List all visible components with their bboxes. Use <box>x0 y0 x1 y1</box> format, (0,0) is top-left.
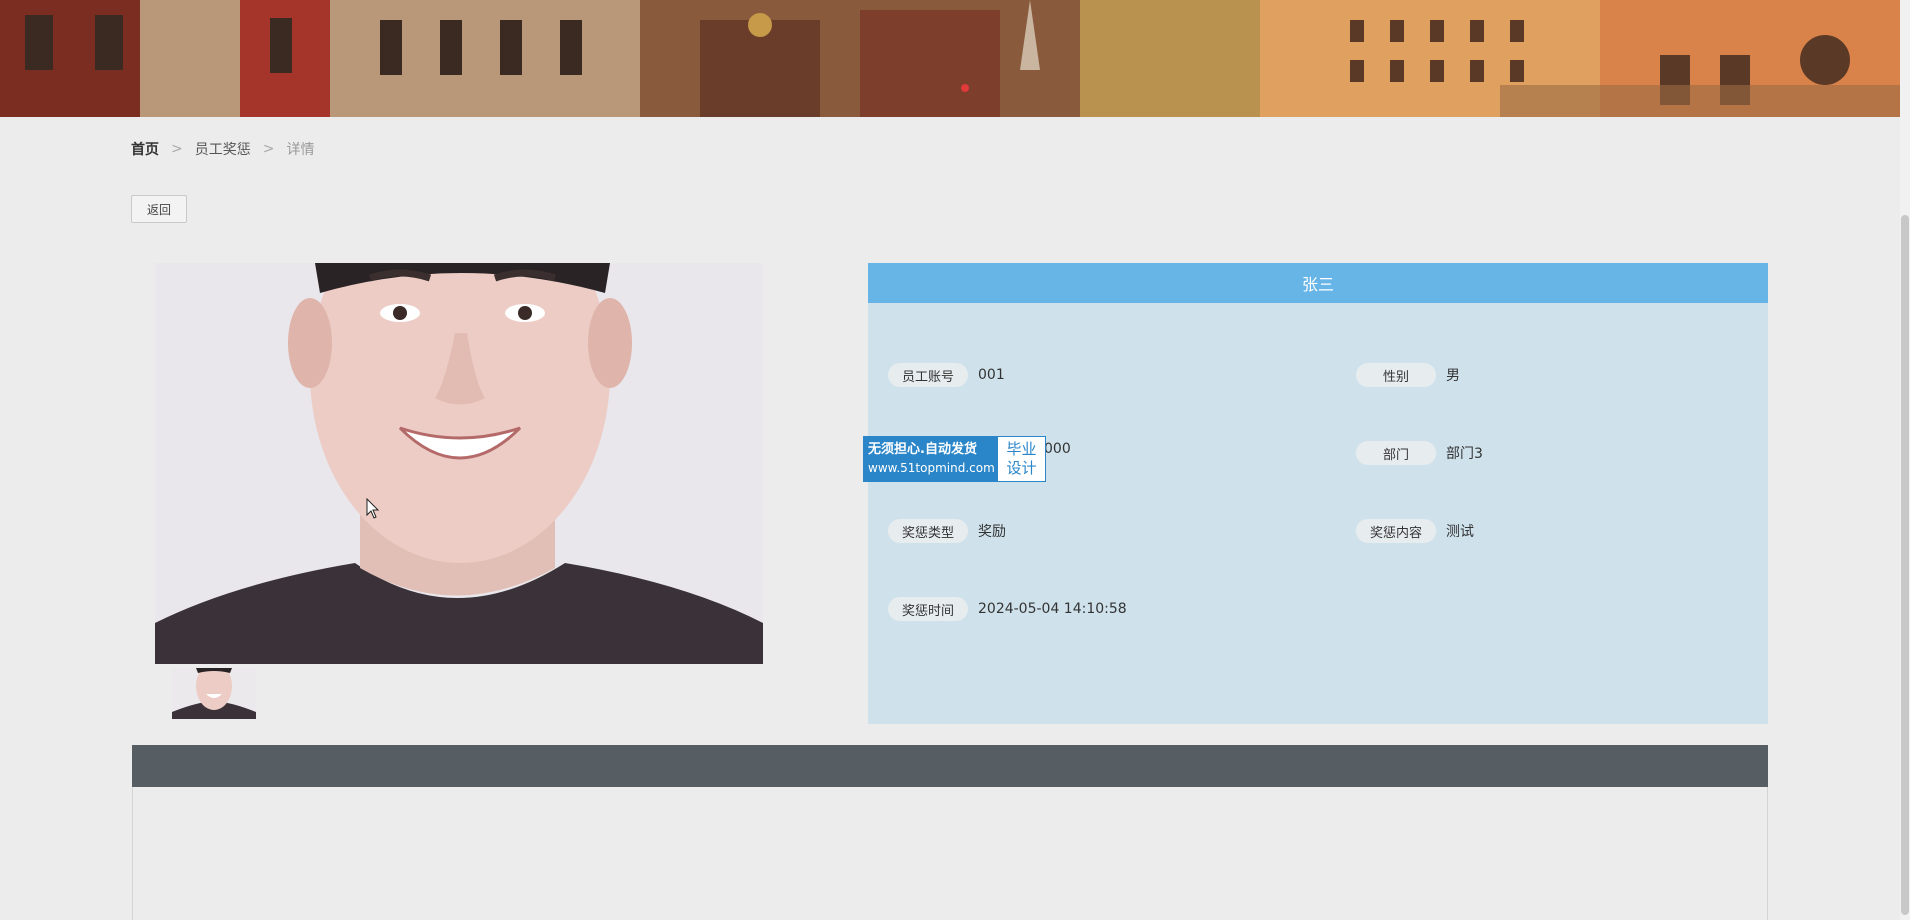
watermark-right2: 设计 <box>1006 459 1037 477</box>
watermark-badge[interactable]: 无须担心.自动发货 www.51topmind.com 毕业 设计 <box>863 436 1046 482</box>
breadcrumb-home[interactable]: 首页 <box>131 139 159 159</box>
back-button[interactable]: 返回 <box>131 195 187 223</box>
breadcrumb-current: 详情 <box>286 142 315 158</box>
field-value: 男 <box>1446 368 1460 384</box>
field-department: 部门 部门3 <box>1356 441 1483 465</box>
mouse-cursor-icon <box>366 498 380 519</box>
field-label: 性别 <box>1356 363 1436 387</box>
watermark-url: www.51topmind.com <box>868 461 995 475</box>
photo-thumbnail[interactable] <box>172 668 256 719</box>
field-value: 001 <box>978 367 1005 383</box>
field-gender: 性别 男 <box>1356 363 1460 387</box>
employee-photo <box>155 263 763 664</box>
watermark-right1: 毕业 <box>1006 440 1037 458</box>
watermark-line1: 无须担心.自动发货 <box>868 442 977 457</box>
breadcrumb: 首页 > 员工奖惩 > 详情 <box>131 139 314 159</box>
field-label: 员工账号 <box>888 363 968 387</box>
field-content: 奖惩内容 测试 <box>1356 519 1474 543</box>
bottom-section-header <box>132 745 1768 787</box>
breadcrumb-separator: > <box>262 141 275 157</box>
field-partial-value: 000 <box>1044 441 1071 457</box>
field-type: 奖惩类型 奖励 <box>888 519 1006 543</box>
field-label: 部门 <box>1356 441 1436 465</box>
header-banner <box>0 0 1900 117</box>
detail-panel: 张三 员工账号 001 性别 男 000 部门 部门3 奖惩类型 奖励 奖惩内容… <box>868 263 1768 724</box>
field-value: 000 <box>1044 441 1071 457</box>
field-account: 员工账号 001 <box>888 363 1005 387</box>
field-value: 测试 <box>1446 524 1474 540</box>
field-label: 奖惩内容 <box>1356 519 1436 543</box>
scrollbar-thumb[interactable] <box>1901 215 1909 915</box>
field-time: 奖惩时间 2024-05-04 14:10:58 <box>888 597 1127 621</box>
bottom-section-body <box>132 787 1768 920</box>
breadcrumb-section[interactable]: 员工奖惩 <box>195 139 251 159</box>
field-value: 部门3 <box>1446 446 1483 462</box>
field-value: 奖励 <box>978 524 1006 540</box>
field-label: 奖惩时间 <box>888 597 968 621</box>
field-label: 奖惩类型 <box>888 519 968 543</box>
banner-image <box>0 0 1900 117</box>
field-value: 2024-05-04 14:10:58 <box>978 601 1127 617</box>
employee-name-header: 张三 <box>868 263 1768 303</box>
breadcrumb-separator: > <box>171 141 183 157</box>
